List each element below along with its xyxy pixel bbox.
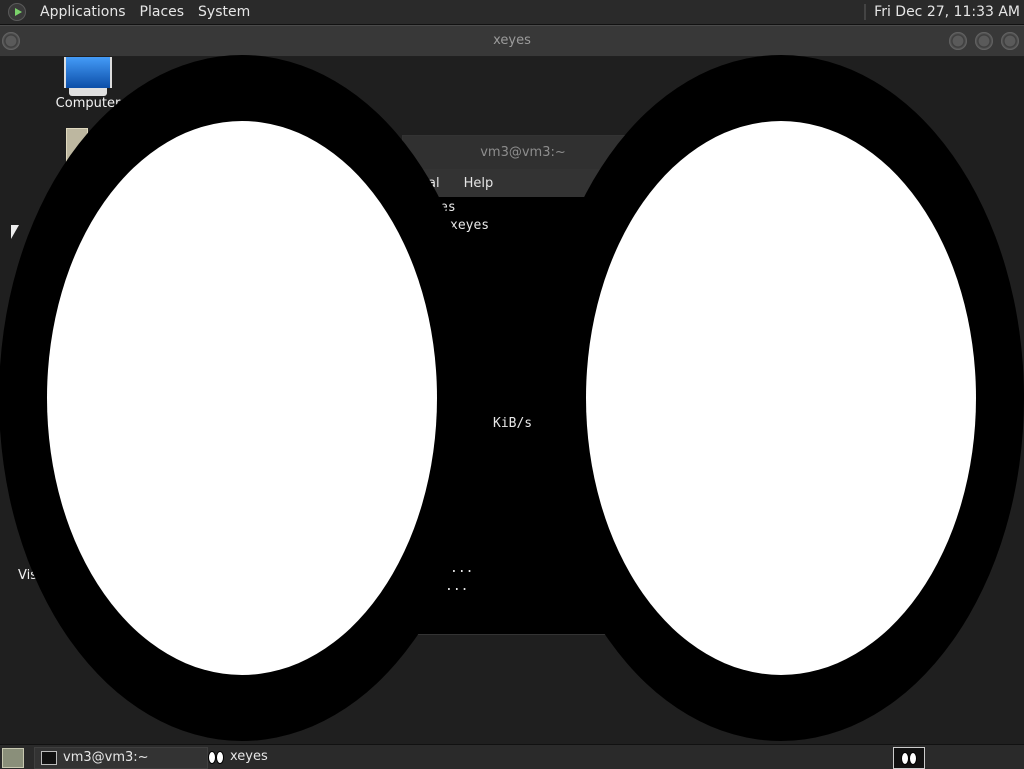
show-desktop-icon[interactable]: [2, 748, 24, 768]
bottom-panel: vm3@vm3:~ xeyes: [0, 744, 1024, 769]
terminal-icon: [41, 751, 57, 765]
xeyes-eyes[interactable]: [0, 0, 1024, 768]
right-eye-white: [586, 121, 976, 675]
workspace-switcher[interactable]: [893, 747, 925, 769]
left-eye-white: [47, 121, 437, 675]
xeyes-icon: [208, 751, 224, 764]
taskbar-item-label: vm3@vm3:~: [63, 750, 149, 765]
xeyes-icon: [901, 752, 917, 765]
taskbar-item-xeyes[interactable]: xeyes: [202, 747, 408, 767]
taskbar-item-label: xeyes: [230, 749, 268, 764]
taskbar-item-terminal[interactable]: vm3@vm3:~: [34, 747, 208, 769]
